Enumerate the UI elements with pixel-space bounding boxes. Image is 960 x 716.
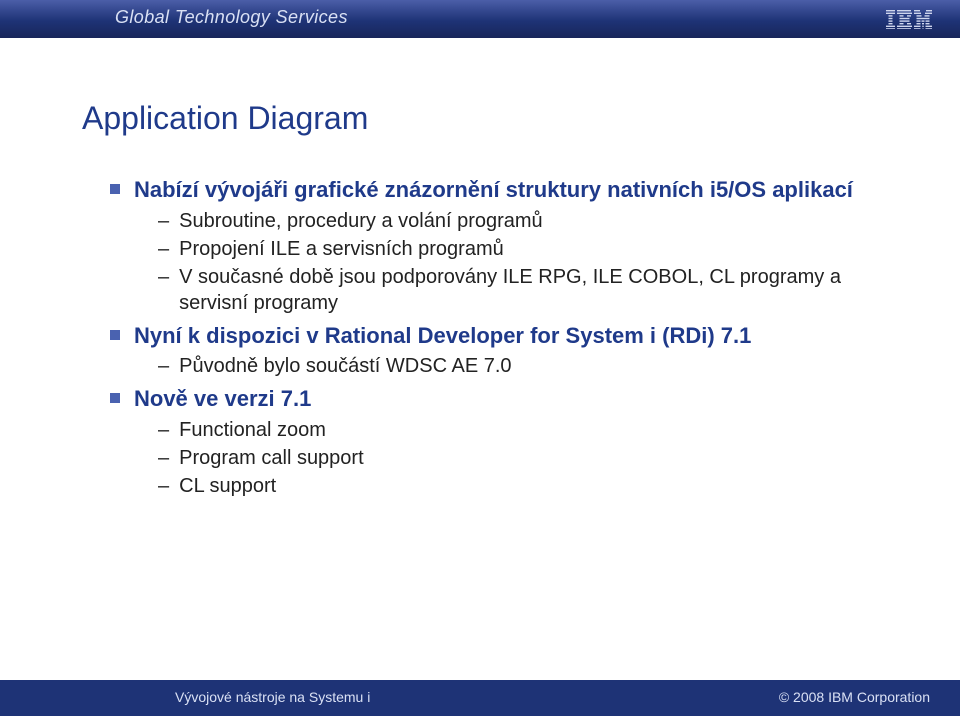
dash-bullet-icon: – <box>158 354 169 379</box>
bullet-level2: – Původně bylo součástí WDSC AE 7.0 <box>158 353 900 379</box>
square-bullet-icon <box>110 184 120 194</box>
bullet-level2: – Subroutine, procedury a volání program… <box>158 208 900 234</box>
bullet-text: CL support <box>179 473 276 499</box>
bullet-level1: Nyní k dispozici v Rational Developer fo… <box>110 322 900 350</box>
dash-bullet-icon: – <box>158 474 169 499</box>
dash-bullet-icon: – <box>158 209 169 234</box>
dash-bullet-icon: – <box>158 446 169 471</box>
square-bullet-icon <box>110 330 120 340</box>
bullet-level2: – CL support <box>158 473 900 499</box>
content-area: Nabízí vývojáři grafické znázornění stru… <box>110 176 900 501</box>
bullet-text: Program call support <box>179 445 364 471</box>
dash-bullet-icon: – <box>158 418 169 443</box>
square-bullet-icon <box>110 393 120 403</box>
footer-bar: Vývojové nástroje na Systemu i © 2008 IB… <box>0 680 960 716</box>
bullet-text: Functional zoom <box>179 417 326 443</box>
ibm-logo <box>886 10 932 29</box>
bullet-level2: – Functional zoom <box>158 417 900 443</box>
slide-title: Application Diagram <box>82 100 368 137</box>
bullet-text: Subroutine, procedury a volání programů <box>179 208 543 234</box>
bullet-level1: Nově ve verzi 7.1 <box>110 385 900 413</box>
bullet-text: V současné době jsou podporovány ILE RPG… <box>179 264 900 316</box>
bullet-level2: – Program call support <box>158 445 900 471</box>
dash-bullet-icon: – <box>158 237 169 262</box>
footer-right-text: © 2008 IBM Corporation <box>779 689 930 705</box>
bullet-text: Nabízí vývojáři grafické znázornění stru… <box>134 176 853 204</box>
bullet-level1: Nabízí vývojáři grafické znázornění stru… <box>110 176 900 204</box>
header-subtitle: Global Technology Services <box>115 7 348 28</box>
bullet-text: Původně bylo součástí WDSC AE 7.0 <box>179 353 511 379</box>
bullet-level2: – V současné době jsou podporovány ILE R… <box>158 264 900 316</box>
header-bar: Global Technology Services <box>0 0 960 38</box>
bullet-text: Nově ve verzi 7.1 <box>134 385 311 413</box>
bullet-level2: – Propojení ILE a servisních programů <box>158 236 900 262</box>
footer-left-text: Vývojové nástroje na Systemu i <box>175 689 370 705</box>
bullet-text: Propojení ILE a servisních programů <box>179 236 504 262</box>
dash-bullet-icon: – <box>158 265 169 290</box>
bullet-text: Nyní k dispozici v Rational Developer fo… <box>134 322 751 350</box>
